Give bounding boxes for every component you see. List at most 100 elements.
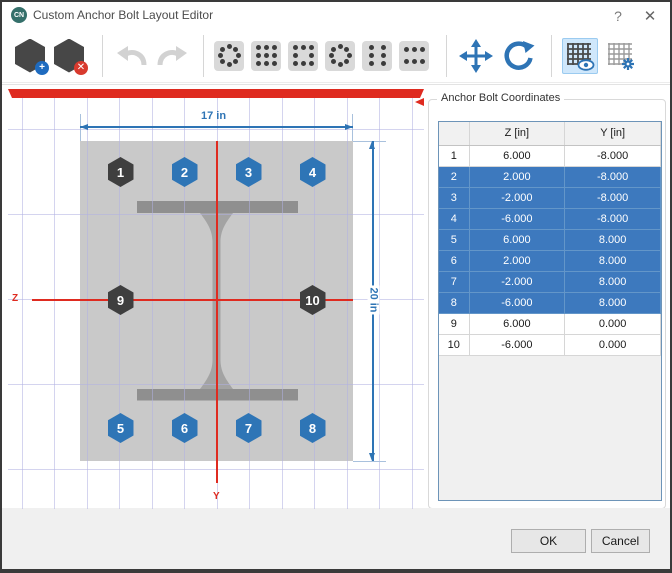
bolt-marker-4[interactable]: 4 — [300, 157, 326, 187]
bolt-marker-2[interactable]: 2 — [172, 157, 198, 187]
table-cell[interactable]: 5 — [439, 229, 469, 250]
cancel-button[interactable]: Cancel — [591, 529, 650, 553]
add-bolt-button[interactable]: + — [14, 38, 46, 74]
table-row-1[interactable]: 16.000-8.000 — [439, 145, 661, 166]
table-cell[interactable]: 2 — [439, 166, 469, 187]
pattern-circle-2-button[interactable] — [325, 41, 355, 71]
table-cell[interactable]: 0.000 — [565, 334, 661, 355]
table-cell[interactable]: -6.000 — [469, 292, 565, 313]
layout-canvas[interactable]: 17 in 20 in Y Z 12345678910 — [8, 89, 424, 509]
pattern-dot — [272, 53, 277, 58]
move-button[interactable] — [457, 38, 495, 74]
table-cell[interactable]: 6.000 — [469, 229, 565, 250]
table-cell[interactable]: -8.000 — [565, 145, 661, 166]
undo-button[interactable] — [113, 40, 151, 72]
table-cell[interactable]: 10 — [439, 334, 469, 355]
table-cell[interactable]: -8.000 — [565, 166, 661, 187]
grid-visibility-button[interactable] — [562, 38, 598, 74]
pattern-dot — [381, 61, 386, 66]
table-cell[interactable]: -2.000 — [469, 187, 565, 208]
table-cell[interactable]: 4 — [439, 208, 469, 229]
table-cell[interactable]: 8.000 — [565, 292, 661, 313]
table-cell[interactable]: -8.000 — [565, 208, 661, 229]
redo-button[interactable] — [153, 40, 191, 72]
pattern-perimeter-button[interactable] — [288, 41, 318, 71]
table-cell[interactable]: 8 — [439, 292, 469, 313]
rotate-icon — [501, 39, 535, 73]
column-header-index[interactable] — [439, 122, 469, 145]
table-cell[interactable]: 2.000 — [469, 166, 565, 187]
bolt-marker-6[interactable]: 6 — [172, 413, 198, 443]
table-cell[interactable]: 2.000 — [469, 250, 565, 271]
plus-badge-icon: + — [35, 61, 49, 75]
pattern-grid-3x3-button[interactable] — [251, 41, 281, 71]
table-row-6[interactable]: 62.0008.000 — [439, 250, 661, 271]
table-cell[interactable]: 8.000 — [565, 271, 661, 292]
table-cell[interactable]: 6.000 — [469, 145, 565, 166]
bolt-marker-3[interactable]: 3 — [236, 157, 262, 187]
toolbar-separator — [203, 35, 204, 77]
table-cell[interactable]: -6.000 — [469, 334, 565, 355]
column-header-z[interactable]: Z [in] — [469, 122, 565, 145]
table-body: 16.000-8.00022.000-8.0003-2.000-8.0004-6… — [439, 145, 661, 355]
table-cell[interactable]: 9 — [439, 313, 469, 334]
table-header-row: Z [in] Y [in] — [439, 122, 661, 145]
table-row-4[interactable]: 4-6.000-8.000 — [439, 208, 661, 229]
table-cell[interactable]: 3 — [439, 187, 469, 208]
table-cell[interactable]: 7 — [439, 271, 469, 292]
pattern-dot — [412, 59, 417, 64]
table-row-9[interactable]: 96.0000.000 — [439, 313, 661, 334]
table-cell[interactable]: 8.000 — [565, 229, 661, 250]
pattern-dot — [272, 45, 277, 50]
rotate-button[interactable] — [499, 38, 537, 74]
table-row-8[interactable]: 8-6.0008.000 — [439, 292, 661, 313]
pattern-dot — [404, 59, 409, 64]
pattern-dot — [420, 59, 425, 64]
grid-eye-icon — [565, 41, 595, 71]
table-cell[interactable]: 8.000 — [565, 250, 661, 271]
pattern-dot — [220, 59, 225, 64]
bolt-marker-5[interactable]: 5 — [108, 413, 134, 443]
table-row-7[interactable]: 7-2.0008.000 — [439, 271, 661, 292]
table-cell[interactable]: 1 — [439, 145, 469, 166]
bolt-marker-10[interactable]: 10 — [300, 285, 326, 315]
table-cell[interactable]: -6.000 — [469, 208, 565, 229]
pattern-dot — [256, 61, 261, 66]
table-row-2[interactable]: 22.000-8.000 — [439, 166, 661, 187]
content-area: 17 in 20 in Y Z 12345678910 Anchor — [2, 84, 670, 508]
pattern-dot — [309, 53, 314, 58]
help-button[interactable]: ? — [605, 5, 631, 26]
bolt-marker-8[interactable]: 8 — [300, 413, 326, 443]
table-row-10[interactable]: 10-6.0000.000 — [439, 334, 661, 355]
pattern-two-rows-button[interactable] — [399, 41, 429, 71]
table-row-3[interactable]: 3-2.000-8.000 — [439, 187, 661, 208]
bolt-marker-7[interactable]: 7 — [236, 413, 262, 443]
table-cell[interactable]: -8.000 — [565, 187, 661, 208]
bolt-marker-1[interactable]: 1 — [108, 157, 134, 187]
grid-settings-button[interactable] — [603, 38, 639, 74]
pattern-two-columns-button[interactable] — [362, 41, 392, 71]
ok-button[interactable]: OK — [511, 529, 586, 553]
pattern-dot — [264, 45, 269, 50]
pattern-dot — [381, 45, 386, 50]
coordinates-table-area[interactable]: Z [in] Y [in] 16.000-8.00022.000-8.0003-… — [438, 121, 662, 501]
table-cell[interactable]: 6 — [439, 250, 469, 271]
redo-icon — [155, 41, 189, 71]
dialog-window: CN Custom Anchor Bolt Layout Editor ? ✕ … — [0, 0, 672, 573]
pattern-dot — [264, 61, 269, 66]
table-cell[interactable]: 6.000 — [469, 313, 565, 334]
table-cell[interactable]: 0.000 — [565, 313, 661, 334]
groupbox-title: Anchor Bolt Coordinates — [437, 92, 564, 104]
toolbar: + ✕ — [2, 29, 670, 83]
table-row-5[interactable]: 56.0008.000 — [439, 229, 661, 250]
column-header-y[interactable]: Y [in] — [565, 122, 661, 145]
pattern-circle-1-button[interactable] — [214, 41, 244, 71]
bolt-marker-9[interactable]: 9 — [108, 285, 134, 315]
app-icon: CN — [11, 7, 27, 23]
pattern-dot — [344, 47, 349, 52]
close-button[interactable]: ✕ — [637, 5, 663, 26]
pattern-dot — [293, 45, 298, 50]
remove-bolt-button[interactable]: ✕ — [53, 38, 85, 74]
table-cell[interactable]: -2.000 — [469, 271, 565, 292]
pattern-dot — [256, 45, 261, 50]
